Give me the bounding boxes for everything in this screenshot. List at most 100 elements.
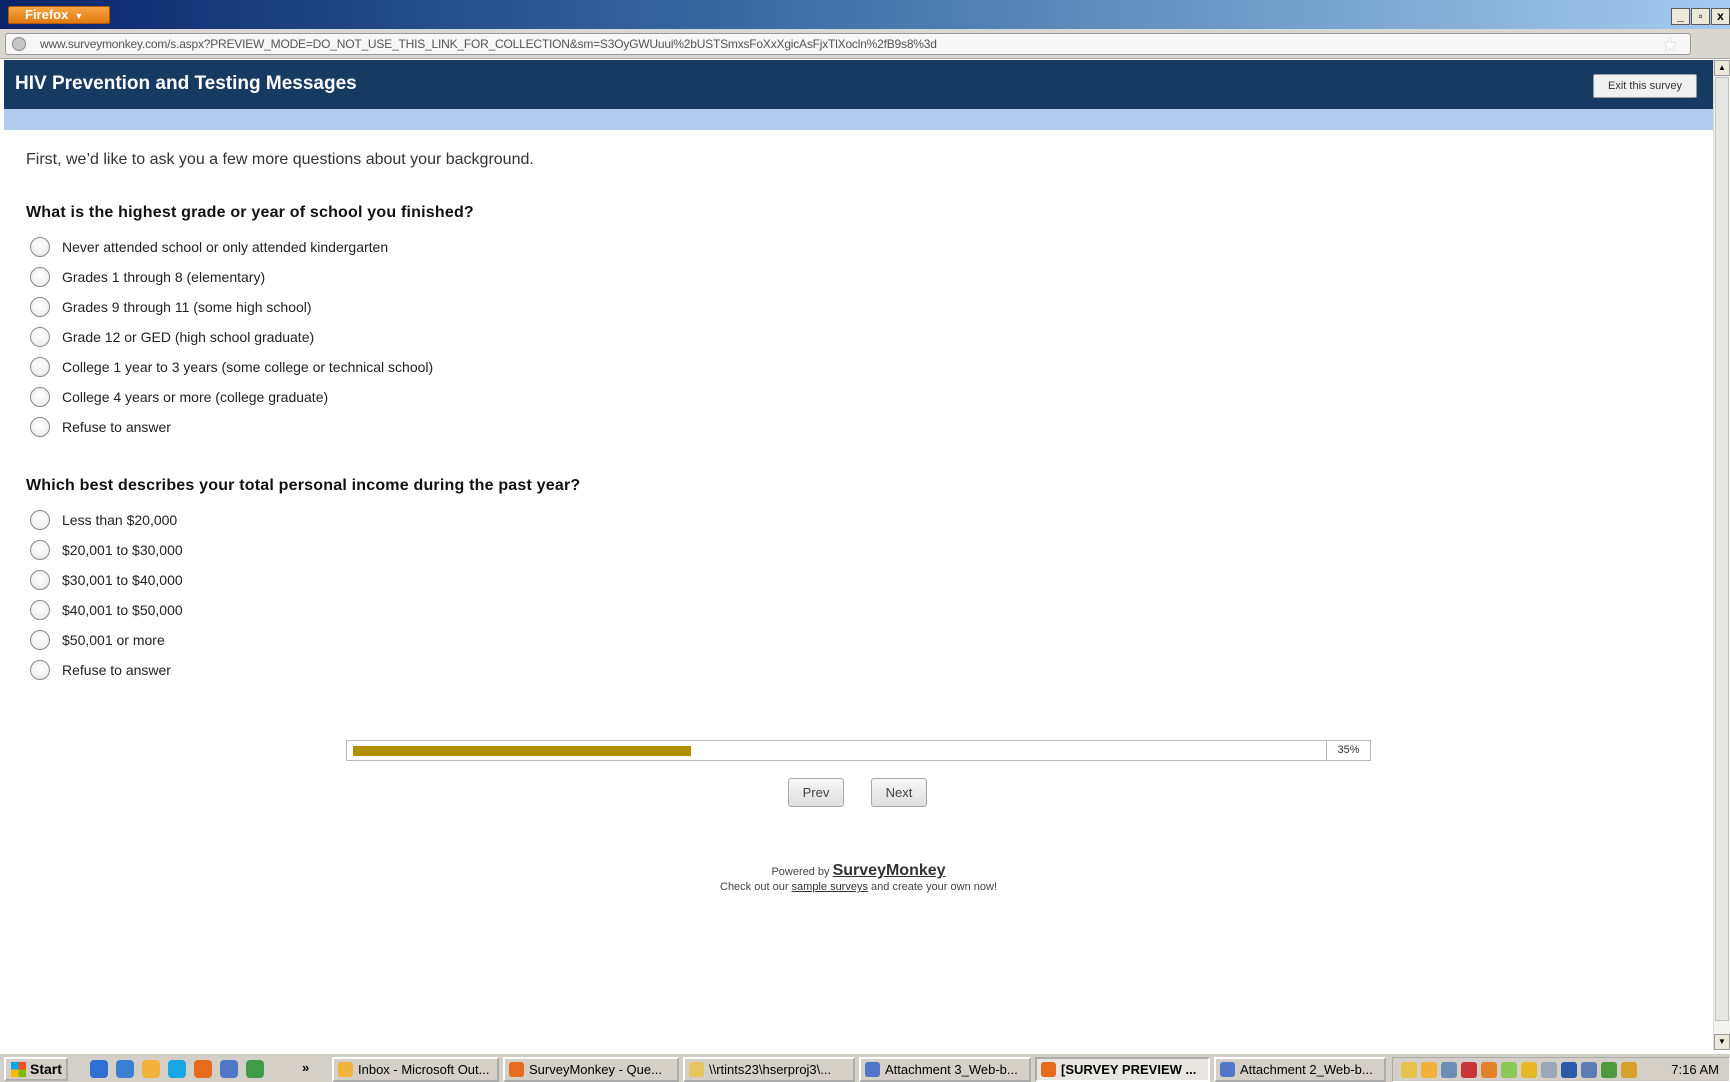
app-icon xyxy=(509,1062,524,1077)
progress-percent: 35% xyxy=(1326,741,1370,760)
outlook-icon[interactable] xyxy=(142,1060,160,1078)
quicklaunch-more-icon[interactable]: » xyxy=(302,1060,309,1075)
radio-button[interactable] xyxy=(30,600,50,620)
promo-line: Check out our sample surveys and create … xyxy=(4,881,1713,893)
restore-button[interactable]: ▫ xyxy=(1691,8,1710,25)
scroll-thumb[interactable] xyxy=(1715,77,1729,1021)
start-button[interactable]: Start xyxy=(4,1057,68,1081)
ie-shortcut-icon[interactable] xyxy=(116,1060,134,1078)
sample-surveys-link[interactable]: sample surveys xyxy=(792,881,868,893)
powered-by-line: Powered by SurveyMonkey xyxy=(4,862,1713,880)
bookmark-star-icon[interactable]: ★ xyxy=(1662,35,1678,56)
education-option[interactable]: Grade 12 or GED (high school graduate) xyxy=(30,326,314,348)
scroll-up-button[interactable]: ▲ xyxy=(1714,60,1730,76)
option-label[interactable]: Grades 1 through 8 (elementary) xyxy=(62,269,265,285)
radio-button[interactable] xyxy=(30,630,50,650)
status-tray-icon[interactable] xyxy=(1501,1062,1517,1078)
option-label[interactable]: $30,001 to $40,000 xyxy=(62,572,183,588)
education-option[interactable]: Grades 9 through 11 (some high school) xyxy=(30,296,312,318)
skype-icon[interactable] xyxy=(168,1060,186,1078)
survey-title: HIV Prevention and Testing Messages xyxy=(15,73,357,94)
prev-button[interactable]: Prev xyxy=(788,778,844,807)
radio-button[interactable] xyxy=(30,237,50,257)
taskbar-button[interactable]: \\rtints23\hserproj3\... xyxy=(683,1057,855,1082)
radio-button[interactable] xyxy=(30,267,50,287)
option-label[interactable]: $40,001 to $50,000 xyxy=(62,602,183,618)
option-label[interactable]: Grade 12 or GED (high school graduate) xyxy=(62,329,314,345)
address-bar[interactable]: www.surveymonkey.com/s.aspx?PREVIEW_MODE… xyxy=(5,33,1691,55)
windows-logo-icon xyxy=(11,1062,26,1077)
exit-survey-button[interactable]: Exit this survey xyxy=(1593,74,1697,98)
education-option[interactable]: Refuse to answer xyxy=(30,416,171,438)
excel-icon[interactable] xyxy=(246,1060,264,1078)
app-icon xyxy=(865,1062,880,1077)
taskbar-button[interactable]: SurveyMonkey - Que... xyxy=(503,1057,679,1082)
radio-button[interactable] xyxy=(30,417,50,437)
income-option[interactable]: $30,001 to $40,000 xyxy=(30,569,183,591)
users-tray-icon[interactable] xyxy=(1621,1062,1637,1078)
option-label[interactable]: Refuse to answer xyxy=(62,419,171,435)
antivirus-tray-icon[interactable] xyxy=(1561,1062,1577,1078)
next-button[interactable]: Next xyxy=(871,778,927,807)
education-option[interactable]: College 1 year to 3 years (some college … xyxy=(30,356,433,378)
taskbar-button[interactable]: Attachment 3_Web-b... xyxy=(859,1057,1031,1082)
update-tray-icon[interactable] xyxy=(1481,1062,1497,1078)
radio-button[interactable] xyxy=(30,387,50,407)
radio-button[interactable] xyxy=(30,510,50,530)
firefox-icon[interactable] xyxy=(194,1060,212,1078)
taskbar-button-label: Inbox - Microsoft Out... xyxy=(358,1062,490,1077)
display-tray-icon[interactable] xyxy=(1581,1062,1597,1078)
education-option[interactable]: Never attended school or only attended k… xyxy=(30,236,388,258)
radio-button[interactable] xyxy=(30,660,50,680)
chevron-down-icon: ▼ xyxy=(74,11,84,21)
option-label[interactable]: Less than $20,000 xyxy=(62,512,177,528)
progress-fill xyxy=(353,746,691,756)
option-label[interactable]: Refuse to answer xyxy=(62,662,171,678)
radio-button[interactable] xyxy=(30,357,50,377)
education-option[interactable]: College 4 years or more (college graduat… xyxy=(30,386,328,408)
vertical-scrollbar[interactable]: ▲ ▼ xyxy=(1713,60,1730,1050)
income-option[interactable]: $50,001 or more xyxy=(30,629,165,651)
internet-explorer-icon[interactable] xyxy=(90,1060,108,1078)
close-window-button[interactable]: x xyxy=(1711,8,1730,25)
word-icon[interactable] xyxy=(220,1060,238,1078)
taskbar-button-label: Attachment 2_Web-b... xyxy=(1240,1062,1373,1077)
site-identity-icon[interactable] xyxy=(12,37,26,51)
mail-tray-icon[interactable] xyxy=(1401,1062,1417,1078)
wireless-tray-icon[interactable] xyxy=(1541,1062,1557,1078)
network-tray-icon[interactable] xyxy=(1441,1062,1457,1078)
lock-tray-icon[interactable] xyxy=(1521,1062,1537,1078)
taskbar-button[interactable]: [SURVEY PREVIEW ... xyxy=(1035,1057,1210,1082)
option-label[interactable]: College 4 years or more (college graduat… xyxy=(62,389,328,405)
radio-button[interactable] xyxy=(30,297,50,317)
option-label[interactable]: Grades 9 through 11 (some high school) xyxy=(62,299,312,315)
security-tray-icon[interactable] xyxy=(1461,1062,1477,1078)
option-label[interactable]: $50,001 or more xyxy=(62,632,165,648)
radio-button[interactable] xyxy=(30,570,50,590)
minimize-button[interactable]: _ xyxy=(1671,8,1690,25)
surveymonkey-link[interactable]: SurveyMonkey xyxy=(833,862,946,879)
taskbar-button-label: \\rtints23\hserproj3\... xyxy=(709,1062,832,1077)
education-option[interactable]: Grades 1 through 8 (elementary) xyxy=(30,266,265,288)
income-option[interactable]: $20,001 to $30,000 xyxy=(30,539,183,561)
option-label[interactable]: $20,001 to $30,000 xyxy=(62,542,183,558)
taskbar-button[interactable]: Inbox - Microsoft Out... xyxy=(332,1057,499,1082)
system-tray: 7:16 AM xyxy=(1392,1057,1730,1082)
radio-button[interactable] xyxy=(30,540,50,560)
scroll-down-button[interactable]: ▼ xyxy=(1714,1034,1730,1050)
powered-by-text: Powered by xyxy=(771,866,830,878)
income-option[interactable]: Refuse to answer xyxy=(30,659,171,681)
option-label[interactable]: Never attended school or only attended k… xyxy=(62,239,388,255)
taskbar-button[interactable]: Attachment 2_Web-b... xyxy=(1214,1057,1386,1082)
firefox-menu-label: Firefox xyxy=(25,7,69,22)
app-icon xyxy=(338,1062,353,1077)
promo-text-post: and create your own now! xyxy=(871,881,997,893)
windows-taskbar: Start » Inbox - Microsoft Out... SurveyMo… xyxy=(0,1052,1730,1082)
radio-button[interactable] xyxy=(30,327,50,347)
app-tray-icon[interactable] xyxy=(1601,1062,1617,1078)
income-option[interactable]: Less than $20,000 xyxy=(30,509,177,531)
income-option[interactable]: $40,001 to $50,000 xyxy=(30,599,183,621)
outlook-tray-icon[interactable] xyxy=(1421,1062,1437,1078)
firefox-menu-button[interactable]: Firefox ▼ xyxy=(8,6,110,24)
option-label[interactable]: College 1 year to 3 years (some college … xyxy=(62,359,433,375)
